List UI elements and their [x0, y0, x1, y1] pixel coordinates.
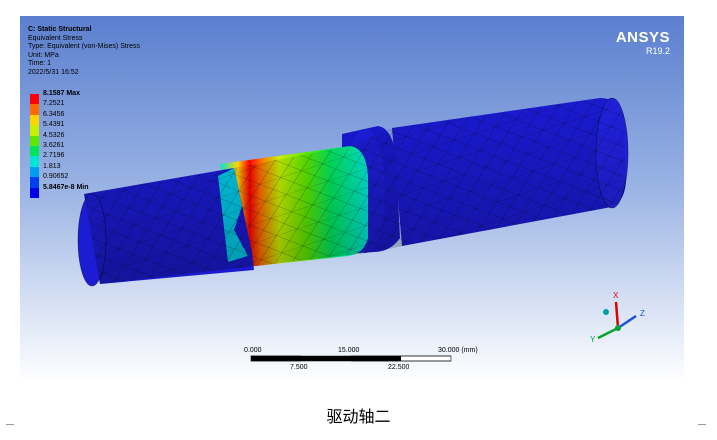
- page-corner-mark: [698, 424, 706, 433]
- triad-z-label: Z: [640, 309, 645, 318]
- triad-y-label: Y: [590, 335, 596, 344]
- graphics-viewport[interactable]: C: Static Structural Equivalent Stress T…: [20, 16, 684, 382]
- coordinate-triad: X Z Y: [590, 291, 645, 344]
- page-corner-mark: [6, 424, 14, 433]
- shaft-model[interactable]: X Z Y: [20, 16, 684, 382]
- triad-x-label: X: [613, 291, 619, 300]
- figure-caption: 驱动轴二: [326, 407, 391, 426]
